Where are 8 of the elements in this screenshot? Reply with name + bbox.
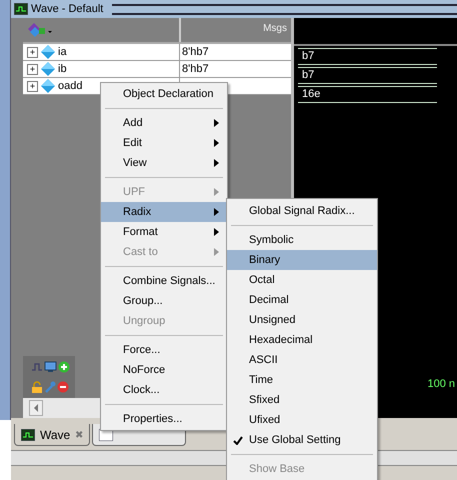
- wave-value: b7: [302, 50, 314, 62]
- signal-value: 8'hb7: [182, 63, 209, 75]
- column-header: Msgs: [262, 22, 288, 36]
- signal-value: 8'hb7: [182, 46, 209, 58]
- wave-value: b7: [302, 69, 314, 81]
- time-label: 100 n: [427, 378, 455, 390]
- window-title: Wave - Default: [31, 3, 104, 15]
- wave-value: 16e: [302, 88, 320, 100]
